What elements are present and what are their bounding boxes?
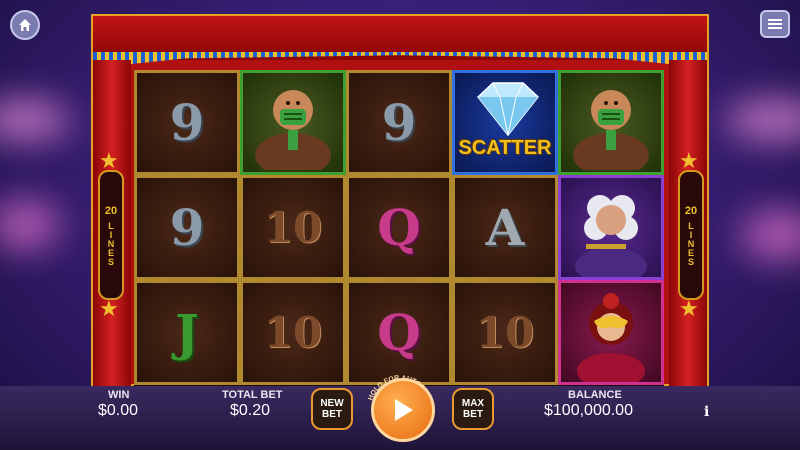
star-icon: ★ bbox=[679, 148, 699, 173]
balance-value: $100,000.00 bbox=[544, 402, 633, 419]
scatter-label: SCATTER bbox=[458, 137, 552, 159]
symbol-nine: 9 bbox=[169, 93, 205, 152]
reel-grid: 9 9 SCATTER 9 10 Q A J 10 Q 10 bbox=[134, 70, 664, 386]
win-label: WIN bbox=[108, 389, 130, 401]
lines-label: LINES bbox=[106, 220, 116, 266]
reel-cell: 9 bbox=[134, 70, 240, 175]
reel-cell: 9 bbox=[134, 175, 240, 280]
reel-cell: J bbox=[134, 280, 240, 385]
reel-cell: 9 bbox=[346, 70, 452, 175]
masquerade-lady-character bbox=[577, 292, 645, 382]
balance-label: BALANCE bbox=[568, 389, 622, 401]
new-bet-button[interactable]: NEW BET bbox=[311, 388, 353, 430]
reel-cell: Q bbox=[346, 175, 452, 280]
new-bet-line1: NEW bbox=[320, 398, 344, 409]
reel-cell: 10 bbox=[240, 175, 346, 280]
reel-cell bbox=[558, 175, 664, 280]
masked-monk-character bbox=[255, 90, 331, 170]
background-light-right bbox=[725, 100, 800, 140]
home-button[interactable] bbox=[10, 10, 40, 40]
lines-count: 20 bbox=[104, 204, 118, 217]
symbol-nine: 9 bbox=[169, 198, 205, 257]
background-light-left bbox=[0, 100, 70, 140]
spin-button[interactable] bbox=[371, 378, 435, 442]
reel-cell bbox=[558, 70, 664, 175]
reel-cell bbox=[558, 280, 664, 385]
reel-cell: A bbox=[452, 175, 558, 280]
star-icon: ★ bbox=[679, 296, 699, 321]
total-bet-label: TOTAL BET bbox=[222, 389, 283, 401]
masked-monk-character bbox=[573, 90, 649, 170]
symbol-ace: A bbox=[485, 198, 525, 257]
diamond-icon bbox=[476, 82, 540, 137]
symbol-queen: Q bbox=[377, 303, 421, 362]
star-icon: ★ bbox=[99, 296, 119, 321]
lines-indicator-left: 20 LINES bbox=[98, 170, 124, 300]
lines-count: 20 bbox=[684, 204, 698, 217]
play-icon bbox=[395, 399, 413, 421]
reel-cell: 10 bbox=[452, 280, 558, 385]
home-icon bbox=[19, 19, 31, 31]
lines-indicator-right: 20 LINES bbox=[678, 170, 704, 300]
reel-cell bbox=[240, 70, 346, 175]
total-bet-value: $0.20 bbox=[230, 402, 271, 419]
symbol-nine: 9 bbox=[381, 93, 417, 152]
symbol-ten: 10 bbox=[263, 203, 323, 252]
info-button[interactable]: i bbox=[704, 404, 709, 420]
wigged-nobleman-character bbox=[575, 194, 647, 277]
max-bet-line2: BET bbox=[463, 409, 483, 420]
reel-cell-scatter: SCATTER bbox=[452, 70, 558, 175]
background-light-left-2 bbox=[0, 200, 60, 250]
reel-cell: 10 bbox=[240, 280, 346, 385]
max-bet-line1: MAX bbox=[461, 398, 485, 409]
symbol-ten: 10 bbox=[263, 308, 323, 357]
symbol-jack: J bbox=[175, 303, 199, 362]
background-light-right-2 bbox=[740, 210, 800, 260]
new-bet-line2: BET bbox=[322, 409, 342, 420]
symbol-ten: 10 bbox=[475, 308, 535, 357]
hamburger-menu-icon bbox=[768, 19, 782, 29]
max-bet-button[interactable]: MAX BET bbox=[452, 388, 494, 430]
menu-button[interactable] bbox=[760, 10, 790, 38]
star-icon: ★ bbox=[99, 148, 119, 173]
win-value: $0.00 bbox=[98, 402, 139, 419]
symbol-queen: Q bbox=[377, 198, 421, 257]
lines-label: LINES bbox=[686, 220, 696, 266]
